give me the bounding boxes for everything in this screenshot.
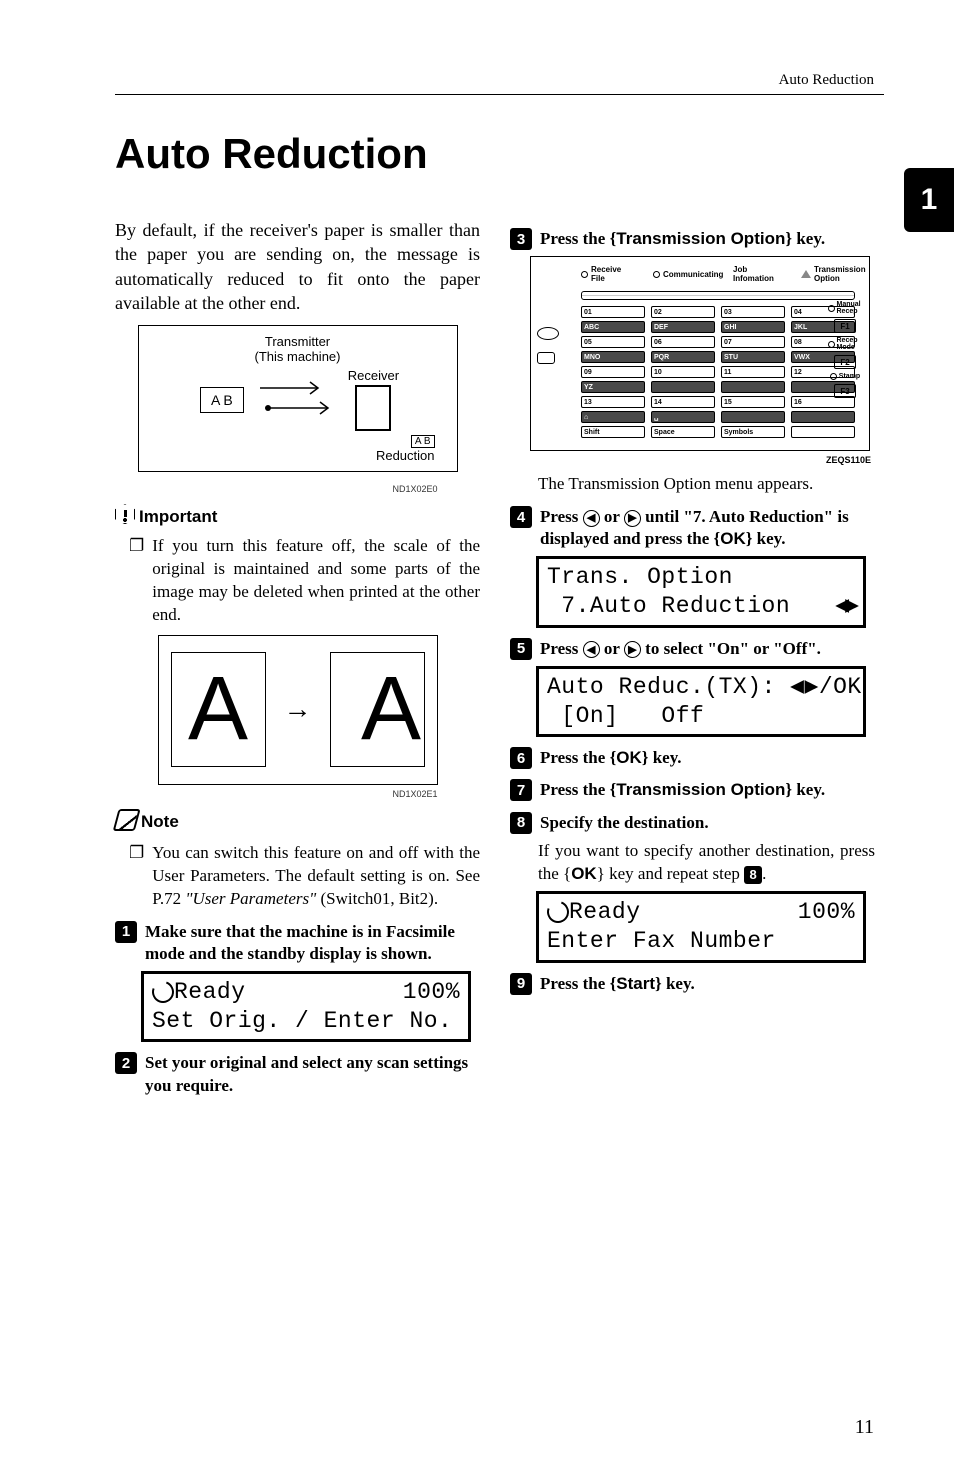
transmitter-receiver-diagram: Transmitter (This machine) A B [138,325,458,472]
step-3-badge: 3 [510,228,532,250]
chapter-tab: 1 [904,168,954,232]
panel-oval-icon [537,327,559,340]
note-heading: Note [115,809,480,836]
step-8-body: If you want to specify another destinati… [538,840,875,886]
lr-arrows-icon: ◀▶ [835,592,855,621]
note-bullet-text: You can switch this feature on and off w… [152,842,480,911]
receiver-label: Receiver [348,368,399,383]
side-f1: F1 [834,319,856,333]
side-f3: F3 [834,384,856,398]
lcd-display-trans-option: Trans. Option 7.Auto Reduction◀▶ [536,556,866,628]
step-2-text: Set your original and select any scan se… [145,1052,480,1096]
step-8-text: Specify the destination. [540,812,709,834]
lcd-display-ready-1: Ready100% Set Orig. / Enter No. [141,971,471,1043]
step-5-text: Press ◀ or ▶ to select "On" or "Off". [540,638,821,660]
transmitter-label: Transmitter [265,334,330,349]
step-1-text: Make sure that the machine is in Facsimi… [145,921,480,965]
step-9-badge: 9 [510,973,532,995]
important-icon [115,504,135,529]
led-receive-file: Receive File [581,265,619,283]
bullet-square-icon: ❐ [129,535,144,627]
control-panel-diagram: Receive File Communicating Job Infomatio… [530,256,870,451]
important-heading: Important [115,504,480,529]
note-heading-text: Note [141,812,179,832]
step-6-badge: 6 [510,747,532,769]
panel-figure-number: ZEQS110E [510,455,871,465]
right-arrow-icon: → [284,694,312,726]
step-3-body: The Transmission Option menu appears. [538,473,875,496]
side-f2: F2 [834,355,856,369]
step-9-text: Press the {Start} key. [540,973,695,995]
reduction-label: Reduction [376,448,435,463]
page-number: 11 [855,1416,874,1439]
step-7-badge: 7 [510,779,532,801]
scale-loss-diagram: A → A [158,635,438,785]
step-3-text: Press the {Transmission Option} key. [540,228,825,250]
lcd-display-auto-reduc: Auto Reduc.(TX): ◀▶/OK [On] Off [536,666,866,738]
bullet-square-icon: ❐ [129,842,144,911]
step-ref-8-badge: 8 [744,866,762,884]
intro-paragraph: By default, if the receiver's paper is s… [115,218,480,315]
step-2-badge: 2 [115,1052,137,1074]
left-column: By default, if the receiver's paper is s… [115,218,480,1103]
important-heading-text: Important [139,507,217,527]
letter-a-full-icon: A [171,652,266,767]
this-machine-label: (This machine) [255,349,341,364]
led-transmission-option: Transmission Option [801,265,854,283]
right-arrow-key-icon: ▶ [624,510,641,527]
side-manual-recep: Manual Recep [828,301,863,315]
step-4-badge: 4 [510,506,532,528]
step-5-badge: 5 [510,638,532,660]
receiver-doc-icon [355,385,391,431]
figure-number-2: ND1X02E1 [158,789,438,799]
header-section-label: Auto Reduction [779,72,874,89]
side-stamp: Stamp [830,373,860,380]
paper-ab-reduced: A B [411,435,435,448]
quick-dial-keypad: 01020304 ABCDEFGHIJKL 05060708 MNOPQRSTU… [531,306,869,447]
paper-ab-sender: A B [200,387,244,413]
figure-number-1: ND1X02E0 [158,484,438,494]
panel-button-icon [537,352,555,364]
side-recep-mode: Recep Mode [828,337,863,351]
left-arrow-key-icon: ◀ [583,510,600,527]
panel-display-slot [581,291,855,300]
right-arrow-key-icon: ▶ [624,641,641,658]
step-1-badge: 1 [115,921,137,943]
page-title: Auto Reduction [115,130,884,178]
left-arrow-key-icon: ◀ [583,641,600,658]
letter-a-cropped-icon: A [330,652,425,767]
header-rule [115,94,884,95]
step-4-text: Press ◀ or ▶ until "7. Auto Reduction" i… [540,506,875,550]
important-bullet-text: If you turn this feature off, the scale … [152,535,480,627]
led-job-info: Job Infomation [733,265,767,283]
step-8-badge: 8 [510,812,532,834]
note-icon [111,809,140,836]
right-column: 3 Press the {Transmission Option} key. R… [510,218,875,1103]
lcd-display-ready-2: Ready100% Enter Fax Number [536,891,866,963]
led-communicating: Communicating [653,270,699,279]
step-6-text: Press the {OK} key. [540,747,682,769]
flow-arrows-icon [258,378,338,422]
step-7-text: Press the {Transmission Option} key. [540,779,825,801]
